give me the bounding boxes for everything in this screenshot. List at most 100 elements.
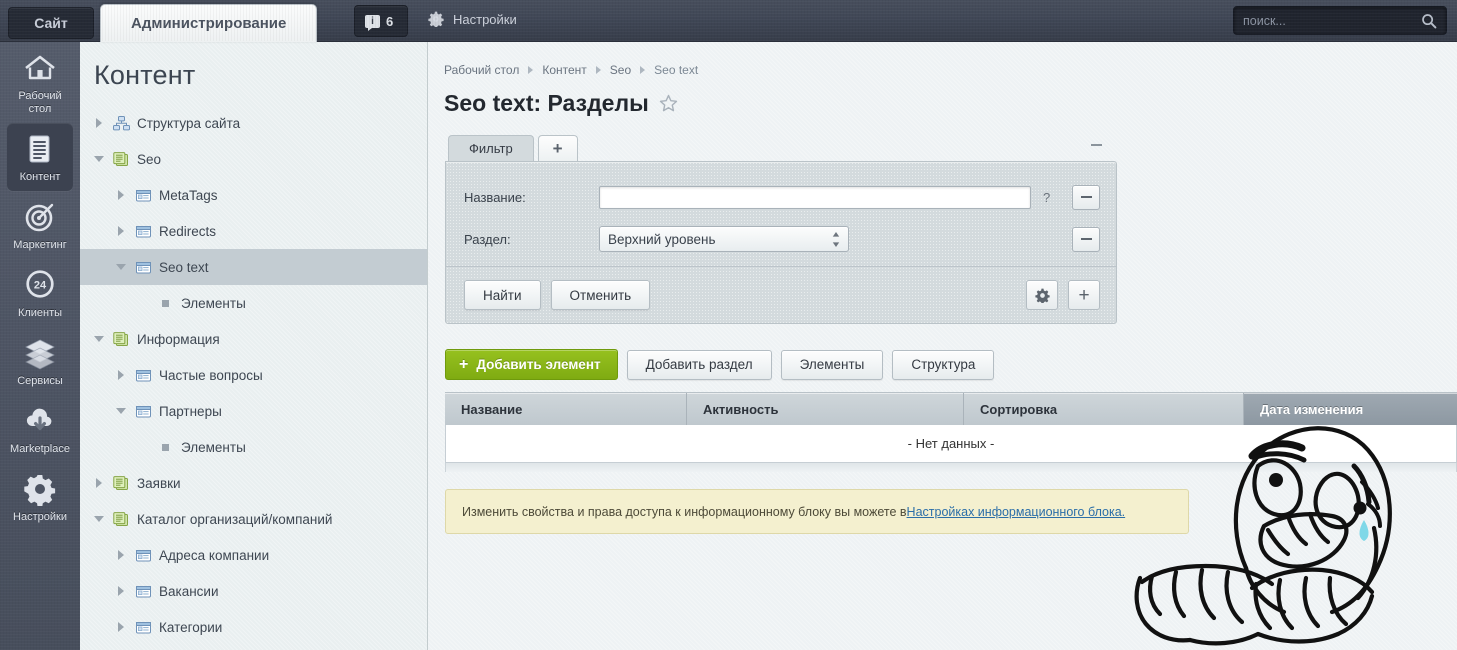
chevron-right-icon[interactable] [94,117,106,129]
chevron-right-icon[interactable] [94,477,106,489]
notification-badge[interactable]: i 6 [354,5,408,37]
filter-find-label: Найти [483,287,522,303]
chevron-right-icon[interactable] [116,189,128,201]
add-element-button[interactable]: + Добавить элемент [445,349,618,380]
filter-section-value: Верхний уровень [608,231,716,247]
spinner-arrows-icon [832,232,840,247]
filter-remove-section-button[interactable] [1072,226,1100,252]
chevron-right-icon[interactable] [116,549,128,561]
tab-site[interactable]: Сайт [8,7,94,39]
top-bar: Сайт Администрирование i 6 Настройки [0,0,1457,42]
filter-cancel-button[interactable]: Отменить [550,280,651,310]
content-tree-panel: Контент Структура сайта Seo MetaTags Redire… [80,42,428,650]
iblock-type-icon [113,151,128,166]
tree-item-label: Элементы [181,439,246,455]
plus-icon: + [552,139,563,158]
add-section-button[interactable]: Добавить раздел [626,349,772,380]
tree-item[interactable]: Заявки [80,465,427,501]
grid-column-header[interactable]: Активность [687,393,964,425]
star-icon[interactable] [659,94,678,113]
tree-item-label: Структура сайта [137,115,241,131]
rail-item-desktop[interactable]: Рабочий стол [7,42,73,123]
breadcrumb-item[interactable]: Контент [542,63,586,77]
tree-item[interactable]: Структура сайта [80,105,427,141]
rail-item-content[interactable]: Контент [7,123,73,191]
rail-label-settings: Настройки [13,511,67,523]
tree-item[interactable]: Адреса компании [80,537,427,573]
breadcrumb-item[interactable]: Seo [610,63,631,77]
tab-administration[interactable]: Администрирование [100,4,318,42]
document-icon [29,135,50,163]
info-block-note: Изменить свойства и права доступа к инфо… [445,489,1189,534]
tree-item-label: Каталог организаций/компаний [137,511,333,527]
tree-item-label: Seo [137,151,162,167]
chevron-right-icon[interactable] [116,225,128,237]
tree-item[interactable]: Seo [80,141,427,177]
gear-icon [428,11,444,27]
tree-item[interactable]: Информация [80,321,427,357]
grid-column-header[interactable]: Сортировка [964,393,1244,425]
tree-item[interactable]: Каталог организаций/компаний [80,501,427,537]
structure-button[interactable]: Структура [892,349,995,380]
rail-label-marketing: Маркетинг [13,239,67,251]
filter-name-input[interactable] [599,185,1031,209]
rail-item-services[interactable]: Сервисы [7,327,73,395]
rail-item-settings[interactable]: Настройки [7,463,73,531]
breadcrumb-item[interactable]: Рабочий стол [444,63,519,77]
tree-item-label: Партнеры [159,403,222,419]
chevron-down-icon[interactable] [94,153,106,165]
rail-item-clients[interactable]: 24 Клиенты [7,259,73,327]
iblock-icon [136,261,151,273]
elements-button[interactable]: Элементы [780,349,884,380]
filter-find-button[interactable]: Найти [464,280,541,310]
filter-tab[interactable]: Фильтр [448,135,534,161]
filter-section-select[interactable]: Верхний уровень [599,226,849,252]
chevron-right-icon[interactable] [116,369,128,381]
search-box[interactable] [1233,6,1447,35]
minus-icon [1080,196,1092,198]
top-settings-link[interactable]: Настройки [428,11,517,27]
tab-site-label: Сайт [34,15,68,31]
tree-item[interactable]: Элементы [80,429,427,465]
chevron-down-icon[interactable] [116,261,128,273]
filter-settings-button[interactable] [1026,280,1058,310]
plus-icon: + [459,355,469,373]
chevron-right-icon[interactable] [116,621,128,633]
breadcrumb: Рабочий стол Контент Seo Seo text [428,42,1457,77]
grid-column-header[interactable]: Дата изменения [1244,393,1457,425]
magnifier-icon[interactable] [1421,13,1437,29]
tree-item[interactable]: Seo text [80,249,427,285]
filter-add-tab-button[interactable]: + [537,135,578,161]
search-input[interactable] [1243,13,1421,28]
tree-item-label: Частые вопросы [159,367,263,383]
iblock-type-icon [113,475,128,490]
breadcrumb-separator-icon [595,66,601,74]
tree-item[interactable]: MetaTags [80,177,427,213]
rail-item-marketplace[interactable]: Marketplace [7,395,73,463]
tree-item[interactable]: Redirects [80,213,427,249]
iblock-icon [136,405,151,417]
filter-remove-name-button[interactable] [1072,184,1100,210]
filter-add-button[interactable]: + [1068,280,1100,310]
bullet-icon [162,299,169,307]
chevron-down-icon[interactable] [116,405,128,417]
tree-item[interactable]: Категории [80,609,427,645]
chevron-down-icon[interactable] [94,333,106,345]
tree-item[interactable]: Элементы [80,285,427,321]
info-block-settings-link[interactable]: Настройках информационного блока. [907,505,1126,519]
filter-collapse-icon[interactable] [1091,144,1102,146]
content-tree-title: Контент [94,60,196,90]
grid-column-header[interactable]: Название [445,393,687,425]
rail-item-marketing[interactable]: Маркетинг [7,191,73,259]
tree-item[interactable]: Партнеры [80,393,427,429]
filter-name-help-icon[interactable]: ? [1043,190,1050,205]
chevron-down-icon[interactable] [94,513,106,525]
clock-24-icon: 24 [26,270,54,298]
chevron-right-icon[interactable] [116,585,128,597]
plus-icon: + [1078,284,1090,306]
structure-label: Структура [911,357,976,372]
grid-column-label: Название [461,401,523,417]
tree-item[interactable]: Вакансии [80,573,427,609]
tree-item[interactable]: Частые вопросы [80,357,427,393]
